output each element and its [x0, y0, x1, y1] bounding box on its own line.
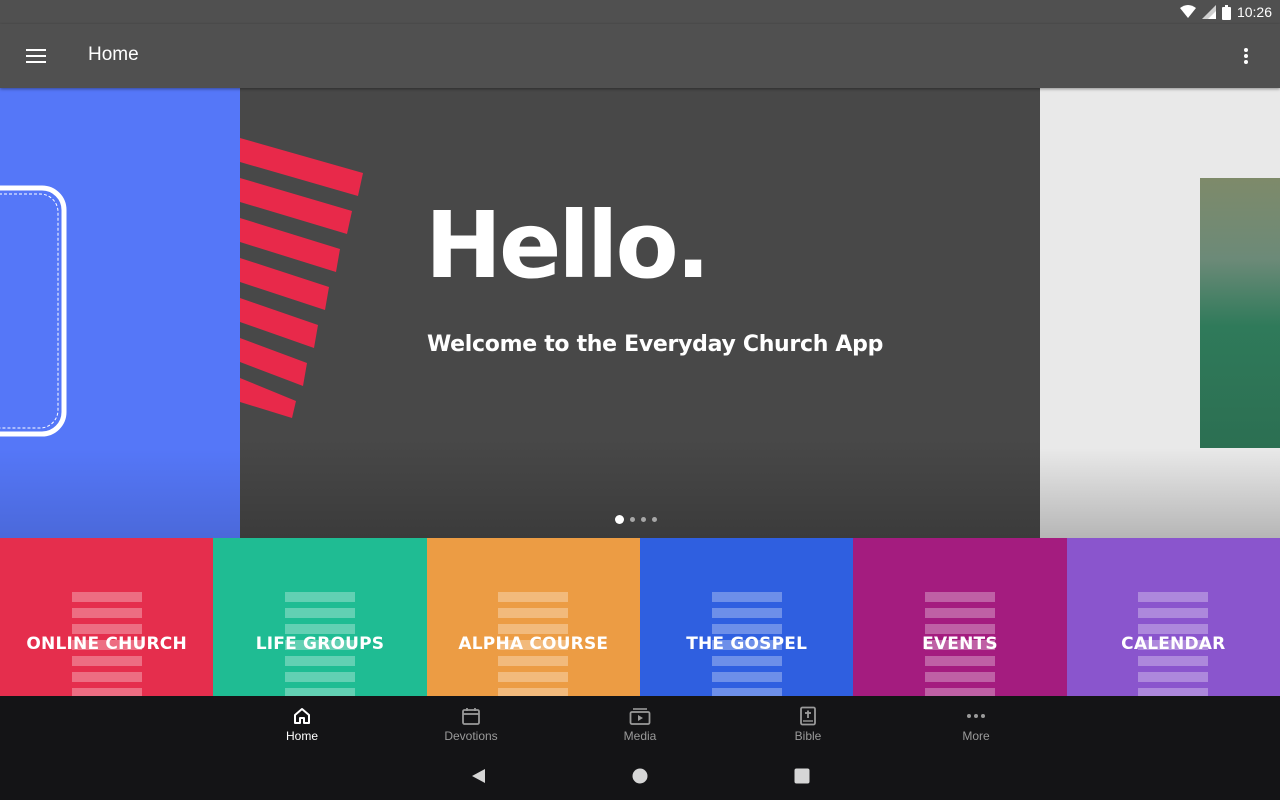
nav-label: More — [962, 728, 990, 743]
status-bar: 10:26 — [0, 0, 1280, 24]
tile-label: ALPHA COURSE — [458, 634, 609, 654]
page-dot[interactable] — [652, 517, 657, 522]
tile-label: CALENDAR — [1121, 634, 1226, 654]
signal-icon — [1201, 5, 1216, 19]
hamburger-menu-icon — [26, 49, 46, 63]
page-dot[interactable] — [615, 515, 624, 524]
tile-online-church[interactable]: ONLINE CHURCH — [0, 538, 214, 696]
tile-life-groups[interactable]: LIFE GROUPS — [213, 538, 427, 696]
slide-shade — [1040, 448, 1280, 538]
tile-the-gospel[interactable]: THE GOSPEL — [639, 538, 854, 696]
menu-button[interactable] — [16, 36, 56, 76]
back-icon — [472, 769, 485, 783]
media-icon — [629, 707, 651, 725]
status-icons: 10:26 — [1179, 4, 1272, 20]
nav-item-home[interactable]: Home — [242, 696, 362, 752]
tile-alpha-course[interactable]: ALPHA COURSE — [426, 538, 640, 696]
battery-icon — [1221, 4, 1231, 20]
page-dot[interactable] — [630, 517, 635, 522]
slide-shade — [0, 448, 240, 538]
app-bar: Home — [0, 24, 1280, 88]
more-horiz-icon — [967, 713, 985, 718]
status-time: 10:26 — [1236, 4, 1272, 20]
tile-calendar[interactable]: CALENDAR — [1066, 538, 1280, 696]
system-recents-button[interactable] — [790, 764, 814, 788]
tile-label: ONLINE CHURCH — [26, 634, 187, 654]
system-home-button[interactable] — [628, 764, 652, 788]
page-dot[interactable] — [641, 517, 646, 522]
system-back-button[interactable] — [466, 764, 490, 788]
carousel-slide-current[interactable]: Hello. Welcome to the Everyday Church Ap… — [240, 88, 1040, 538]
red-stripes-graphic — [240, 138, 363, 418]
hero-heading: Hello. — [425, 192, 711, 299]
tile-label: EVENTS — [922, 634, 998, 654]
system-navigation-bar — [0, 752, 1280, 800]
nav-item-bible[interactable]: Bible — [748, 696, 868, 752]
nav-item-more[interactable]: More — [916, 696, 1036, 752]
wifi-icon — [1179, 5, 1196, 18]
nav-label: Bible — [794, 728, 822, 743]
home-icon — [294, 707, 310, 724]
bible-icon — [800, 706, 816, 725]
recents-icon — [794, 768, 810, 784]
nav-item-media[interactable]: Media — [580, 696, 700, 752]
carousel-slide-previous[interactable] — [0, 88, 240, 538]
overflow-menu-button[interactable] — [1226, 36, 1266, 76]
hero-carousel[interactable]: Hello. Welcome to the Everyday Church Ap… — [0, 88, 1280, 538]
tile-events[interactable]: EVENTS — [853, 538, 1067, 696]
more-vert-icon — [1244, 48, 1248, 64]
page-title: Home — [88, 44, 139, 65]
calendar-icon — [462, 707, 480, 725]
tile-label: LIFE GROUPS — [255, 634, 385, 654]
carousel-page-indicator — [615, 515, 657, 524]
carousel-slide-next[interactable] — [1040, 88, 1280, 538]
tile-label: THE GOSPEL — [686, 634, 808, 654]
nav-label: Devotions — [444, 728, 498, 743]
home-circle-icon — [632, 768, 648, 784]
nav-label: Media — [623, 728, 657, 743]
quick-links: ONLINE CHURCH LIFE GROUPS ALPHA COURSE T… — [0, 538, 1280, 696]
hero-subheading: Welcome to the Everyday Church App — [427, 332, 884, 357]
nav-label: Home — [285, 728, 318, 743]
nav-item-devotions[interactable]: Devotions — [411, 696, 531, 752]
bottom-navigation: Home Devotions Media Bible More — [0, 696, 1280, 752]
sea-photo — [1200, 178, 1280, 448]
